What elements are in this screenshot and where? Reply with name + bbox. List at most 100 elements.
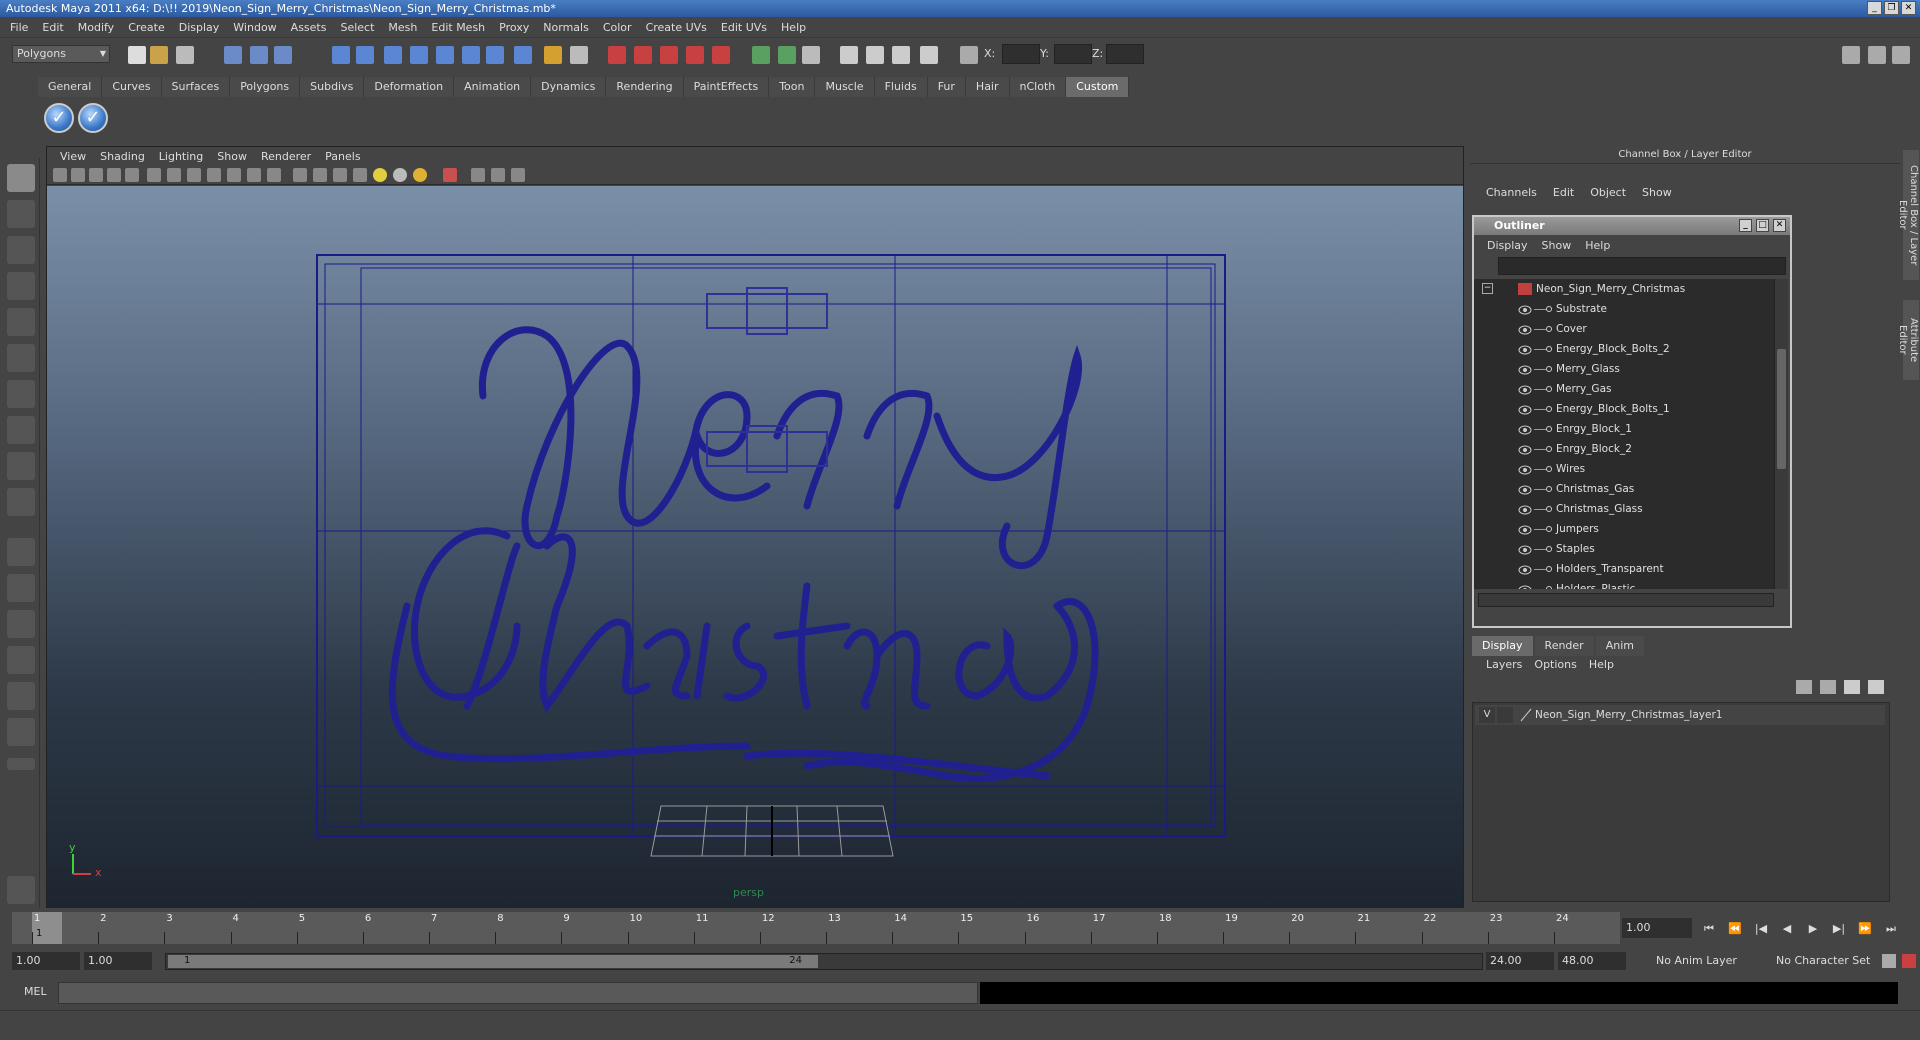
more-layouts-icon[interactable] bbox=[7, 758, 35, 770]
lasso-tool-icon[interactable] bbox=[7, 200, 35, 228]
maximize-icon[interactable]: □ bbox=[1756, 219, 1769, 232]
outliner-item[interactable]: Enrgy_Block_2 bbox=[1474, 439, 1774, 459]
playback-start-field[interactable]: 1.00 bbox=[84, 952, 152, 970]
menu-create-uvs[interactable]: Create UVs bbox=[639, 21, 714, 34]
input-ops-icon[interactable] bbox=[570, 46, 588, 64]
outliner-item[interactable]: Jumpers bbox=[1474, 519, 1774, 539]
channel-box-menu-edit[interactable]: Edit bbox=[1547, 186, 1580, 199]
camera-attributes-icon[interactable] bbox=[71, 168, 85, 182]
select-object-icon[interactable] bbox=[250, 46, 268, 64]
channel-box-menu-channels[interactable]: Channels bbox=[1480, 186, 1543, 199]
snap-live-icon[interactable] bbox=[436, 46, 454, 64]
shelf-tab-ncloth[interactable]: nCloth bbox=[1009, 77, 1067, 97]
graph-editor-icon[interactable] bbox=[802, 46, 820, 64]
layer-tab-render[interactable]: Render bbox=[1534, 636, 1594, 656]
animation-preferences-icon[interactable] bbox=[1902, 954, 1916, 968]
scale-tool-icon[interactable] bbox=[7, 344, 35, 372]
menu-window[interactable]: Window bbox=[226, 21, 283, 34]
layer-tab-anim[interactable]: Anim bbox=[1595, 636, 1644, 656]
menu-proxy[interactable]: Proxy bbox=[492, 21, 536, 34]
shelf-tab-painteffects[interactable]: PaintEffects bbox=[683, 77, 770, 97]
step-back-icon[interactable]: ⏪ bbox=[1726, 920, 1744, 938]
viewport-menu-show[interactable]: Show bbox=[210, 150, 254, 163]
close-button[interactable]: ✕ bbox=[1901, 1, 1916, 15]
play-backwards-icon[interactable]: ◀ bbox=[1778, 920, 1796, 938]
new-scene-icon[interactable] bbox=[128, 46, 146, 64]
persp-graph-layout-icon[interactable] bbox=[7, 646, 35, 674]
range-slider[interactable]: 1 24 bbox=[165, 953, 1483, 970]
menu-display[interactable]: Display bbox=[172, 21, 227, 34]
shelf-tab-surfaces[interactable]: Surfaces bbox=[161, 77, 231, 97]
select-component-icon[interactable] bbox=[274, 46, 292, 64]
help-icon[interactable] bbox=[514, 46, 532, 64]
x-field[interactable] bbox=[1002, 44, 1040, 64]
menu-help[interactable]: Help bbox=[774, 21, 813, 34]
shelf-tab-hair[interactable]: Hair bbox=[965, 77, 1010, 97]
two-d-pan-icon[interactable] bbox=[125, 168, 139, 182]
transform-input-icon[interactable] bbox=[920, 46, 938, 64]
outliner-item[interactable]: Energy_Block_Bolts_2 bbox=[1474, 339, 1774, 359]
film-gate-icon[interactable] bbox=[167, 168, 181, 182]
outliner-item[interactable]: Cover bbox=[1474, 319, 1774, 339]
render-settings-icon[interactable] bbox=[660, 46, 678, 64]
hud-icon[interactable] bbox=[892, 46, 910, 64]
wireframe-icon[interactable] bbox=[293, 168, 307, 182]
rotate-tool-icon[interactable] bbox=[7, 308, 35, 336]
viewport-menu-shading[interactable]: Shading bbox=[93, 150, 152, 163]
step-forward-key-icon[interactable]: ▶| bbox=[1830, 920, 1848, 938]
menu-modify[interactable]: Modify bbox=[71, 21, 121, 34]
menu-set-dropdown[interactable]: Polygons ▼ bbox=[12, 45, 110, 63]
menu-create[interactable]: Create bbox=[121, 21, 172, 34]
grid-icon[interactable] bbox=[147, 168, 161, 182]
backface-culling-icon[interactable] bbox=[511, 168, 525, 182]
shelf-tab-dynamics[interactable]: Dynamics bbox=[531, 77, 607, 97]
bookmark-icon[interactable] bbox=[89, 168, 103, 182]
shelf-tab-general[interactable]: General bbox=[38, 77, 103, 97]
toggle-outliner-icon[interactable] bbox=[778, 46, 796, 64]
outliner-item[interactable]: Holders_Transparent bbox=[1474, 559, 1774, 579]
scrollbar-thumb[interactable] bbox=[1777, 349, 1786, 469]
move-layer-up-icon[interactable] bbox=[1796, 680, 1812, 694]
viewport-menu-view[interactable]: View bbox=[53, 150, 93, 163]
snap-view-plane-icon[interactable] bbox=[410, 46, 428, 64]
layer-tab-display[interactable]: Display bbox=[1472, 636, 1533, 656]
shelf-tab-fluids[interactable]: Fluids bbox=[874, 77, 928, 97]
time-slider[interactable]: 1 2 3 4 5 6 7 8 9 10 11 12 13 14 15 16 17 18 19 20 21 22 23 24 1 bbox=[12, 912, 1620, 944]
outliner-item[interactable]: Energy_Block_Bolts_1 bbox=[1474, 399, 1774, 419]
default-light-icon[interactable] bbox=[373, 168, 387, 182]
command-input[interactable] bbox=[58, 982, 978, 1004]
outliner-item[interactable]: Christmas_Gas bbox=[1474, 479, 1774, 499]
menu-edit[interactable]: Edit bbox=[35, 21, 70, 34]
render-view-icon[interactable] bbox=[712, 46, 730, 64]
smooth-shade-icon[interactable] bbox=[313, 168, 327, 182]
persp-view[interactable]: y x persp bbox=[47, 186, 1463, 907]
hypershade-icon[interactable] bbox=[686, 46, 704, 64]
playback-end-field[interactable]: 24.00 bbox=[1486, 952, 1554, 970]
select-camera-icon[interactable] bbox=[53, 168, 67, 182]
outliner-vertical-scrollbar[interactable] bbox=[1774, 279, 1788, 589]
play-forwards-icon[interactable]: ▶ bbox=[1804, 920, 1822, 938]
z-field[interactable] bbox=[1106, 44, 1144, 64]
field-chart-icon[interactable] bbox=[227, 168, 241, 182]
minimize-button[interactable]: _ bbox=[1867, 1, 1882, 15]
isolate-select-icon[interactable] bbox=[443, 168, 457, 182]
outliner-search-input[interactable] bbox=[1498, 257, 1786, 275]
command-language-label[interactable]: MEL bbox=[24, 985, 47, 998]
side-tab-attribute-editor[interactable]: Attribute Editor bbox=[1897, 300, 1919, 380]
y-field[interactable] bbox=[1054, 44, 1092, 64]
layer-playback-toggle[interactable] bbox=[1497, 707, 1513, 723]
shelf-tab-fur[interactable]: Fur bbox=[927, 77, 966, 97]
snap-grid-icon[interactable] bbox=[332, 46, 350, 64]
outliner-horizontal-scrollbar[interactable] bbox=[1478, 593, 1774, 607]
layer-menu-layers[interactable]: Layers bbox=[1480, 658, 1528, 671]
shelf-tab-subdivs[interactable]: Subdivs bbox=[300, 77, 365, 97]
toggle-channel-box-icon[interactable] bbox=[1892, 46, 1910, 64]
shelf-tab-custom[interactable]: Custom bbox=[1066, 77, 1130, 97]
gate-mask-icon[interactable] bbox=[207, 168, 221, 182]
close-icon[interactable]: ✕ bbox=[1773, 219, 1786, 232]
channel-box-menu-show[interactable]: Show bbox=[1636, 186, 1678, 199]
shadows-icon[interactable] bbox=[413, 168, 427, 182]
check-icon[interactable]: ✓ bbox=[44, 103, 74, 133]
resolution-gate-icon[interactable] bbox=[187, 168, 201, 182]
range-slider-handle[interactable]: 1 24 bbox=[168, 955, 818, 968]
